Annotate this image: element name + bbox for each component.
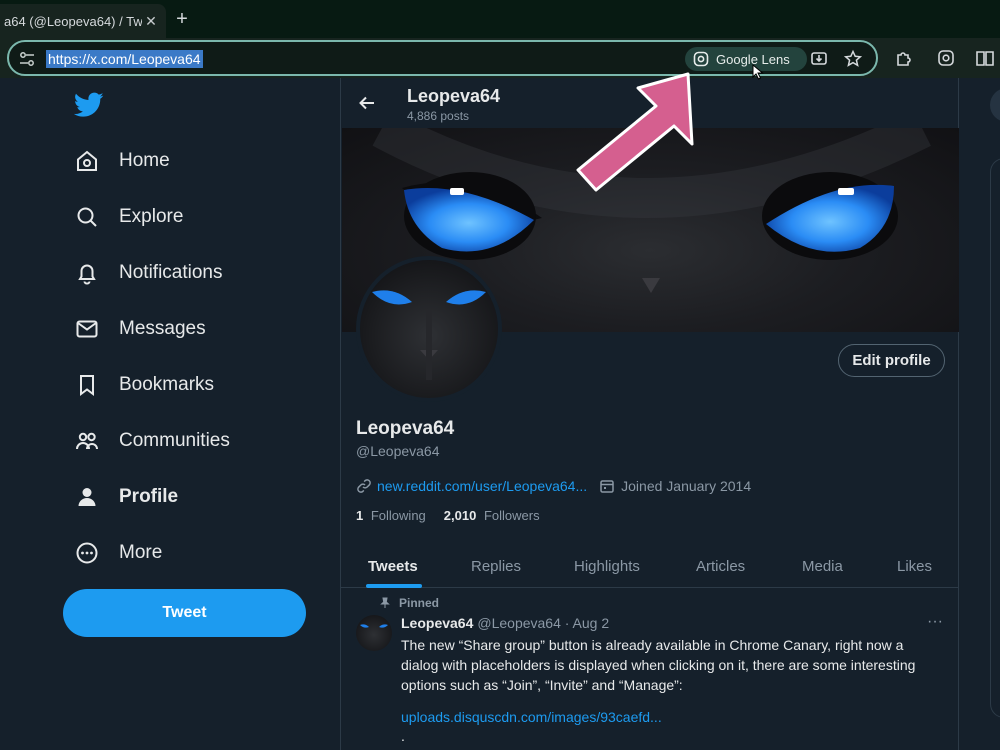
following-link[interactable]: 1 Following — [356, 508, 426, 523]
twitter-bird-icon[interactable] — [74, 92, 104, 118]
followers-label: Followers — [483, 508, 540, 523]
right-sidebar — [960, 78, 1000, 750]
nav-label-communities: Communities — [119, 430, 230, 451]
tweet-handle-date: @Leopeva64 · Aug 2 — [477, 615, 610, 631]
nav-label-bookmarks: Bookmarks — [119, 374, 215, 395]
link-icon — [357, 479, 371, 493]
followers-count: 2,010 — [443, 508, 477, 523]
following-count: 1 — [356, 508, 364, 523]
tab-tweets[interactable]: Tweets — [368, 544, 418, 588]
nav-label-notifications: Notifications — [119, 262, 223, 283]
active-tab-indicator — [366, 584, 422, 588]
bookmark-star-icon[interactable] — [843, 49, 863, 69]
left-navigation: Home Explore Notifications Messages Book… — [0, 78, 340, 750]
nav-bookmarks[interactable]: Bookmarks — [66, 361, 226, 409]
close-tab-icon[interactable]: ✕ — [142, 12, 160, 30]
tweet-trailing-text: . — [401, 728, 405, 744]
right-panel — [990, 158, 1000, 718]
google-lens-icon — [693, 51, 709, 67]
back-arrow-icon[interactable] — [357, 93, 377, 113]
nav-home[interactable]: Home — [66, 137, 182, 185]
install-app-icon[interactable] — [809, 49, 829, 69]
profile-website-link[interactable]: new.reddit.com/user/Leopeva64... — [377, 478, 587, 494]
right-search-box[interactable] — [990, 88, 1000, 122]
site-info-icon[interactable] — [18, 50, 36, 68]
home-icon — [74, 148, 100, 174]
profile-tabs: Tweets Replies Highlights Articles Media… — [341, 544, 959, 588]
edit-profile-button[interactable]: Edit profile — [838, 344, 945, 377]
tab-articles[interactable]: Articles — [696, 544, 745, 588]
profile-display-name: Leopeva64 — [356, 418, 455, 439]
address-bar[interactable]: https://x.com/Leopeva64 Google Lens — [7, 40, 878, 76]
nav-explore[interactable]: Explore — [66, 193, 195, 241]
new-tab-icon[interactable]: + — [172, 9, 192, 29]
bookmark-icon — [74, 372, 100, 398]
annotation-arrow-icon — [576, 72, 694, 192]
pin-icon — [380, 597, 390, 608]
tab-highlights[interactable]: Highlights — [574, 544, 640, 588]
tweet-button[interactable]: Tweet — [63, 589, 306, 637]
header-post-count: 4,886 posts — [407, 109, 470, 123]
nav-messages[interactable]: Messages — [66, 305, 218, 353]
nav-more[interactable]: More — [66, 529, 174, 577]
avatar-cat-image — [372, 290, 486, 380]
person-icon — [74, 484, 100, 510]
profile-meta: new.reddit.com/user/Leopeva64... Joined … — [356, 477, 751, 495]
tab-title: a64 (@Leopeva64) / Tw — [4, 13, 142, 29]
tab-replies[interactable]: Replies — [471, 544, 521, 588]
tweet-text: The new “Share group” button is already … — [401, 637, 916, 693]
tab-media[interactable]: Media — [802, 544, 843, 588]
profile-avatar[interactable] — [356, 256, 502, 402]
envelope-icon — [74, 316, 100, 342]
x-app: Home Explore Notifications Messages Book… — [0, 78, 1000, 750]
mouse-cursor-icon — [752, 64, 764, 80]
nav-communities[interactable]: Communities — [66, 417, 242, 465]
tab-likes[interactable]: Likes — [897, 544, 932, 588]
reading-mode-icon[interactable] — [975, 48, 995, 68]
followers-link[interactable]: 2,010 Followers — [444, 508, 540, 523]
nav-profile[interactable]: Profile — [66, 473, 190, 521]
follow-stats: 1 Following 2,010 Followers — [356, 508, 540, 523]
nav-label-profile: Profile — [119, 486, 179, 507]
nav-notifications[interactable]: Notifications — [66, 249, 235, 297]
profile-joined-date: Joined January 2014 — [621, 478, 752, 494]
nav-label-explore: Explore — [119, 206, 184, 227]
tweet-more-icon[interactable]: ··· — [927, 613, 943, 631]
nav-label-more: More — [119, 542, 163, 563]
bell-icon — [74, 260, 100, 286]
people-icon — [74, 428, 100, 454]
tweet-link[interactable]: uploads.disquscdn.com/images/93caefd... — [401, 709, 662, 725]
lens-toolbar-icon[interactable] — [936, 48, 956, 68]
following-label: Following — [370, 508, 426, 523]
profile-handle: @Leopeva64 — [356, 443, 440, 459]
browser-tab[interactable]: a64 (@Leopeva64) / Tw ✕ — [0, 4, 166, 38]
more-circle-icon — [74, 540, 100, 566]
nav-label-home: Home — [119, 150, 170, 171]
pinned-label: Pinned — [399, 596, 440, 610]
tweet-author-avatar[interactable] — [356, 615, 392, 651]
avatar-cat-image — [360, 624, 388, 628]
url-text[interactable]: https://x.com/Leopeva64 — [46, 50, 203, 68]
header-profile-name: Leopeva64 — [407, 86, 501, 106]
extensions-icon[interactable] — [894, 48, 914, 68]
tweet-author-name[interactable]: Leopeva64 — [401, 615, 473, 631]
browser-tab-strip: a64 (@Leopeva64) / Tw ✕ + — [0, 0, 1000, 38]
nav-label-messages: Messages — [119, 318, 206, 339]
browser-toolbar: https://x.com/Leopeva64 Google Lens — [0, 38, 1000, 78]
search-icon — [74, 204, 100, 230]
tweet-header: Leopeva64 @Leopeva64 · Aug 2 — [401, 615, 609, 631]
calendar-icon — [600, 480, 614, 493]
pinned-indicator: Pinned — [379, 596, 439, 610]
